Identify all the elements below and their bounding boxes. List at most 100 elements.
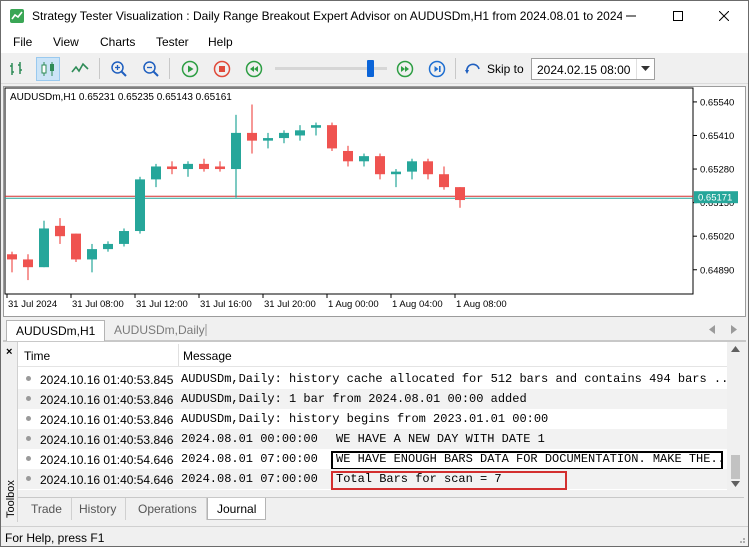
row-time: 2024.10.16 01:40:54.646 bbox=[40, 453, 174, 467]
maximize-button[interactable] bbox=[655, 1, 701, 31]
column-divider[interactable] bbox=[178, 344, 179, 366]
row-time: 2024.10.16 01:40:53.845 bbox=[40, 373, 174, 387]
candle-body bbox=[103, 243, 113, 250]
menu-tester[interactable]: Tester bbox=[156, 35, 189, 49]
skip-to-label: Skip to bbox=[487, 62, 524, 76]
menu-bar: File View Charts Tester Help bbox=[1, 31, 748, 53]
slow-down-button[interactable] bbox=[242, 57, 266, 81]
stop-button[interactable] bbox=[210, 57, 234, 81]
column-message[interactable]: Message bbox=[183, 349, 232, 363]
zoom-out-button[interactable] bbox=[139, 57, 163, 81]
tab-divider bbox=[205, 324, 207, 336]
skip-to-button[interactable] bbox=[461, 57, 485, 81]
speed-up-button[interactable] bbox=[393, 57, 417, 81]
x-tick-label: 31 Jul 08:00 bbox=[72, 299, 124, 310]
zoom-in-button[interactable] bbox=[107, 57, 131, 81]
candle-body bbox=[7, 254, 17, 260]
toolbox-sidebar: × Toolbox bbox=[3, 342, 18, 522]
time-axis: 31 Jul 2024 31 Jul 08:00 31 Jul 12:00 31 Ju… bbox=[6, 294, 507, 310]
scroll-down-icon[interactable] bbox=[731, 481, 740, 487]
row-time: 2024.10.16 01:40:53.846 bbox=[40, 393, 174, 407]
journal-row[interactable]: 2024.10.16 01:40:53.846 2024.08.01 00:00… bbox=[18, 429, 727, 449]
log-bullet-icon bbox=[26, 376, 31, 381]
tab-scroll-right-icon[interactable] bbox=[730, 325, 738, 334]
status-text: For Help, press F1 bbox=[5, 531, 105, 545]
scrollbar-thumb[interactable] bbox=[731, 455, 740, 479]
row-message: 2024.08.01 00:00:00 bbox=[181, 432, 318, 446]
journal-row[interactable]: 2024.10.16 01:40:54.646 2024.08.01 07:00… bbox=[18, 469, 727, 490]
candle-body bbox=[311, 125, 321, 128]
journal-vertical-scrollbar[interactable] bbox=[727, 342, 744, 490]
plot-area bbox=[4, 87, 694, 295]
x-tick-label: 1 Aug 08:00 bbox=[456, 299, 507, 310]
candle-body bbox=[119, 231, 129, 244]
row-message: 2024.08.01 07:00:00 bbox=[181, 452, 318, 466]
candle-body bbox=[167, 166, 177, 170]
skip-date-picker[interactable]: 2024.02.15 08:00 bbox=[531, 58, 655, 80]
journal-row[interactable]: 2024.10.16 01:40:53.846 AUDUSDm,Daily: 1… bbox=[18, 389, 727, 409]
row-message: AUDUSDm,Daily: history cache allocated f… bbox=[181, 372, 727, 386]
menu-file[interactable]: File bbox=[13, 35, 32, 49]
maximize-icon bbox=[673, 11, 683, 21]
journal-row[interactable]: 2024.10.16 01:40:53.845 AUDUSDm,Daily: h… bbox=[18, 369, 727, 389]
scroll-up-icon[interactable] bbox=[731, 346, 740, 352]
play-icon bbox=[181, 60, 199, 78]
candlestick-button[interactable] bbox=[36, 57, 60, 81]
x-tick-label: 31 Jul 16:00 bbox=[200, 299, 252, 310]
x-tick-label: 31 Jul 2024 bbox=[8, 299, 57, 310]
toolbox-tabs: Trade History Operations Journal bbox=[18, 497, 744, 522]
tab-journal[interactable]: Journal bbox=[207, 498, 267, 520]
journal-row[interactable]: 2024.10.16 01:40:54.646 2024.08.01 07:00… bbox=[18, 449, 727, 470]
chart-tab-audusdm-daily[interactable]: AUDUSDm,Daily bbox=[105, 320, 214, 341]
minimize-button[interactable] bbox=[608, 1, 654, 31]
journal-horizontal-scrollbar[interactable] bbox=[18, 490, 727, 496]
play-button[interactable] bbox=[178, 57, 202, 81]
toolbar-separator bbox=[99, 58, 100, 79]
candlestick-chart[interactable]: AUDUSDm,H1 0.65231 0.65235 0.65143 0.651… bbox=[4, 87, 745, 316]
x-tick-label: 1 Aug 04:00 bbox=[392, 299, 443, 310]
log-bullet-icon bbox=[26, 436, 31, 441]
close-icon bbox=[719, 11, 729, 21]
candle-body bbox=[183, 163, 193, 170]
bar-chart-icon bbox=[10, 62, 22, 75]
candle-body bbox=[343, 150, 353, 162]
chart-symbol-header: AUDUSDm,H1 0.65231 0.65235 0.65143 0.651… bbox=[10, 92, 232, 103]
journal-row[interactable]: 2024.10.16 01:40:53.846 AUDUSDm,Daily: h… bbox=[18, 409, 727, 429]
y-tick-label: 0.65540 bbox=[700, 97, 734, 108]
price-chart[interactable]: AUDUSDm,H1 0.65231 0.65235 0.65143 0.651… bbox=[3, 86, 746, 317]
chart-tabs: AUDUSDm,H1 AUDUSDm,Daily bbox=[3, 318, 746, 341]
journal-table-header: Time Message bbox=[18, 342, 727, 367]
bar-chart-button[interactable] bbox=[5, 57, 29, 81]
tab-trade[interactable]: Trade bbox=[22, 498, 72, 520]
candle-body bbox=[23, 259, 33, 268]
y-tick-label: 0.65020 bbox=[700, 232, 734, 243]
log-bullet-icon bbox=[26, 396, 31, 401]
x-tick-label: 31 Jul 12:00 bbox=[136, 299, 188, 310]
toolbox-panel: × Toolbox Time Message 2024.10.16 01:40:… bbox=[3, 341, 746, 522]
step-forward-button[interactable] bbox=[425, 57, 449, 81]
candle-body bbox=[359, 156, 369, 162]
tab-operations[interactable]: Operations bbox=[129, 498, 207, 520]
tab-scroll-left-icon[interactable] bbox=[708, 325, 716, 334]
column-time[interactable]: Time bbox=[24, 349, 50, 363]
menu-help[interactable]: Help bbox=[208, 35, 233, 49]
row-message-detail: WE HAVE A NEW DAY WITH DATE 1 bbox=[336, 432, 545, 446]
menu-charts[interactable]: Charts bbox=[100, 35, 135, 49]
calendar-dropdown-icon[interactable] bbox=[636, 59, 654, 79]
stop-icon bbox=[213, 60, 231, 78]
row-time: 2024.10.16 01:40:53.846 bbox=[40, 413, 174, 427]
y-tick-label: 0.64890 bbox=[700, 265, 734, 276]
resize-grip-icon[interactable] bbox=[736, 534, 746, 544]
row-message: AUDUSDm,Daily: history begins from 2023.… bbox=[181, 412, 549, 426]
candle-body bbox=[391, 171, 401, 175]
tab-history[interactable]: History bbox=[70, 498, 127, 520]
line-chart-icon bbox=[71, 62, 89, 73]
chart-tab-audusdm-h1[interactable]: AUDUSDm,H1 bbox=[6, 320, 106, 341]
speed-slider-thumb[interactable] bbox=[367, 60, 375, 77]
line-chart-button[interactable] bbox=[68, 57, 92, 81]
close-button[interactable] bbox=[701, 1, 747, 31]
menu-view[interactable]: View bbox=[53, 35, 79, 49]
candle-body bbox=[247, 132, 257, 141]
candle-body bbox=[263, 138, 273, 141]
log-bullet-icon bbox=[26, 456, 31, 461]
